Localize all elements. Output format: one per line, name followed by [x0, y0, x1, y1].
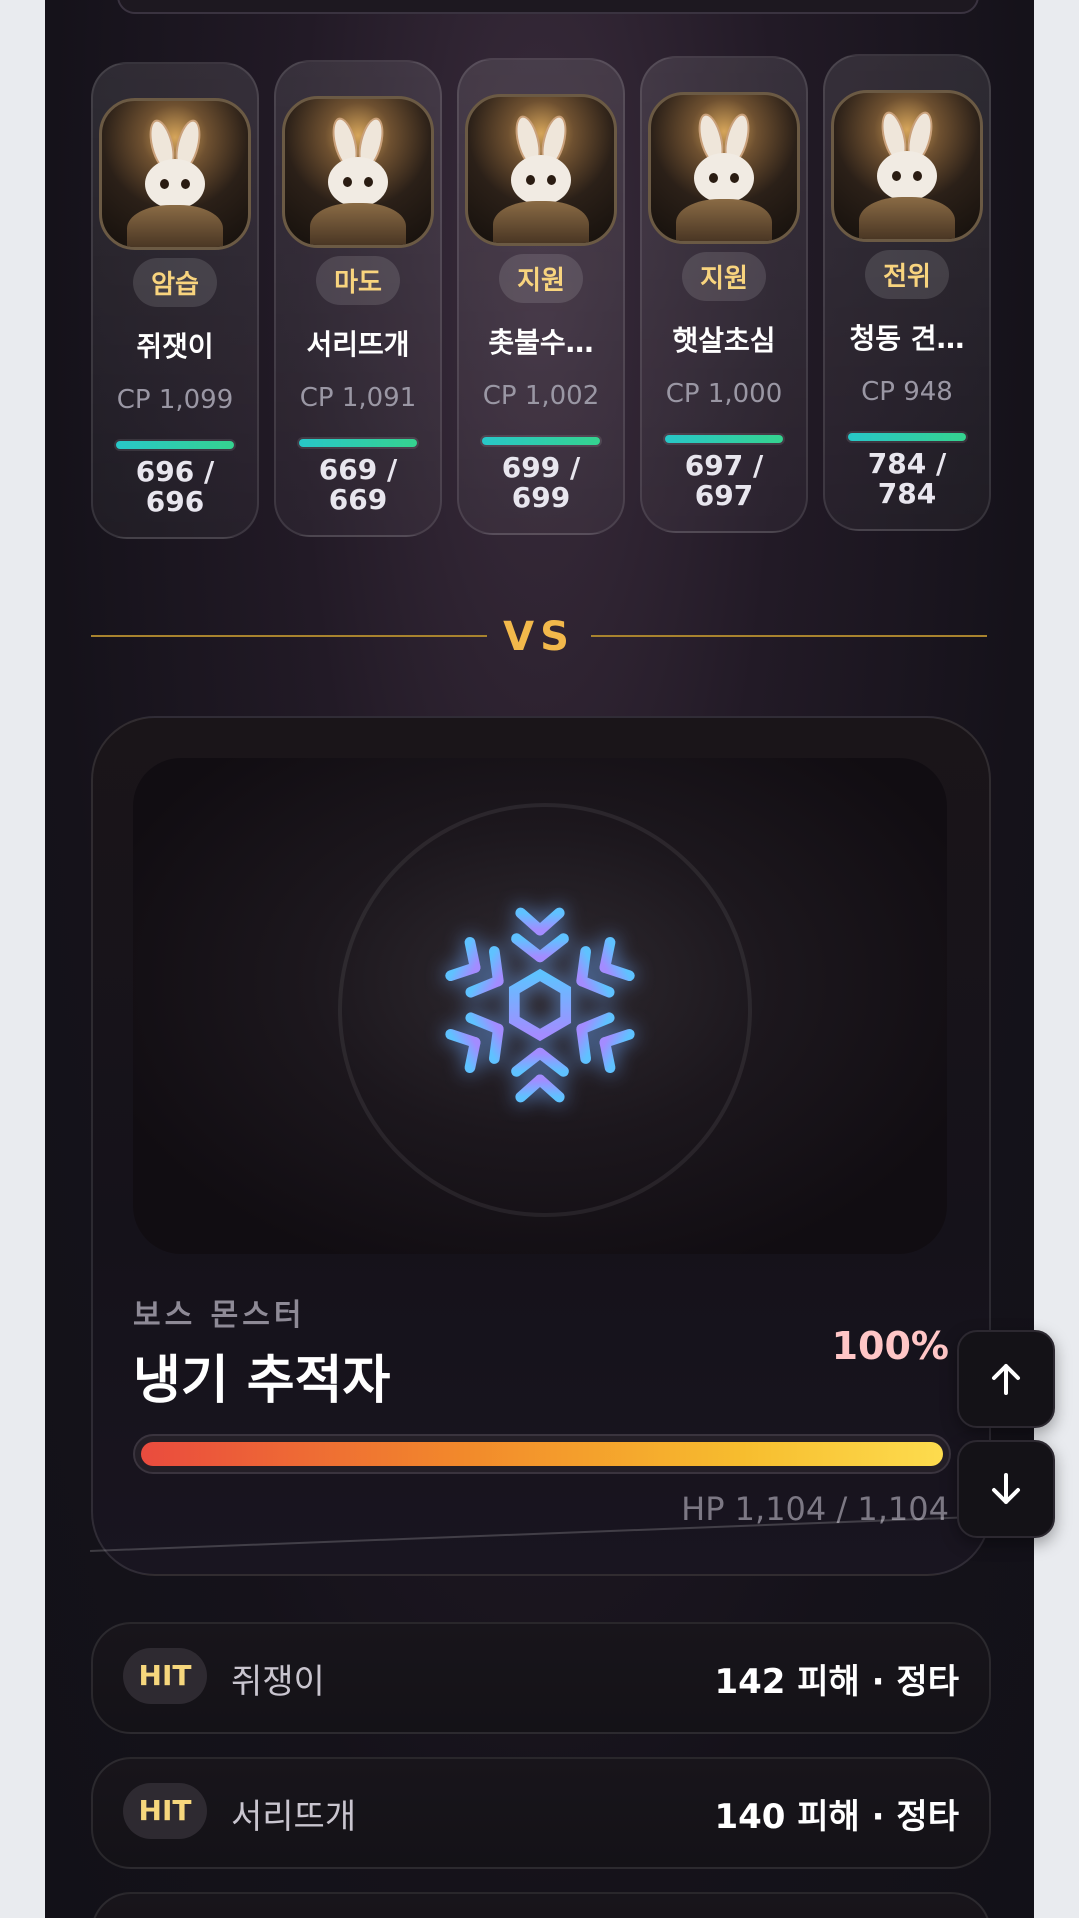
hero-portrait	[99, 98, 251, 250]
hero-name: 쥐잿이	[136, 330, 214, 363]
boss-art	[133, 758, 947, 1254]
hero-name: 청동 견…	[849, 322, 965, 355]
role-badge: 지원	[499, 254, 583, 303]
hero-hp-bar	[116, 441, 234, 449]
scroll-up-button[interactable]	[957, 1330, 1055, 1428]
boss-name: 냉기 추적자	[133, 1351, 391, 1411]
attacker-name: 서리뜨개	[231, 1797, 357, 1837]
vs-line-right	[591, 635, 987, 637]
scroll-down-button[interactable]	[957, 1440, 1055, 1538]
hero-hp-text: 669 / 669	[318, 453, 398, 516]
role-badge: 지원	[682, 252, 766, 301]
hero-name: 촛불수…	[488, 326, 594, 359]
party-card[interactable]: 마도 서리뜨개 CP 1,091 669 / 669	[274, 60, 442, 537]
party-card[interactable]: 전위 청동 견… CP 948 784 / 784	[823, 54, 991, 531]
arrow-down-icon	[992, 1473, 1020, 1504]
hero-portrait	[648, 92, 800, 244]
role-badge: 마도	[316, 256, 400, 305]
hero-hp-bar	[848, 433, 966, 441]
battle-log-item: HIT 서리뜨개 140 피해 · 정타	[91, 1757, 991, 1869]
party-list: 암습 쥐잿이 CP 1,099 696 / 696 마도 서리뜨개 CP 1,0…	[91, 54, 991, 548]
hero-cp: CP 1,000	[665, 379, 783, 409]
hero-hp-text: 696 / 696	[135, 455, 215, 518]
hero-name: 햇살초심	[672, 324, 776, 357]
arrow-up-icon	[992, 1364, 1020, 1395]
vs-line-left	[91, 635, 487, 637]
hero-hp-text: 697 / 697	[684, 449, 764, 512]
role-badge: 전위	[865, 250, 949, 299]
hero-cp: CP 948	[861, 377, 953, 407]
role-badge: 암습	[133, 258, 217, 307]
hero-portrait	[831, 90, 983, 242]
party-card[interactable]: 암습 쥐잿이 CP 1,099 696 / 696	[91, 62, 259, 539]
boss-hp-bar	[133, 1434, 951, 1474]
boss-card: 보스 몬스터 냉기 추적자 100% HP 1,104 / 1,104	[91, 716, 991, 1576]
boss-hp-fill	[141, 1442, 943, 1466]
party-card[interactable]: 지원 햇살초심 CP 1,000 697 / 697	[640, 56, 808, 533]
hero-hp-text: 784 / 784	[867, 447, 947, 510]
hero-hp-bar	[482, 437, 600, 445]
hero-portrait	[465, 94, 617, 246]
hero-portrait	[282, 96, 434, 248]
hero-name: 서리뜨개	[306, 328, 410, 361]
damage-text: 140 피해 · 정타	[714, 1797, 959, 1837]
hit-badge: HIT	[123, 1783, 207, 1839]
hit-badge: HIT	[123, 1648, 207, 1704]
hero-cp: CP 1,002	[482, 381, 600, 411]
hero-hp-bar	[665, 435, 783, 443]
hero-cp: CP 1,091	[299, 383, 417, 413]
hero-hp-text: 699 / 699	[501, 451, 581, 514]
boss-type-label: 보스 몬스터	[133, 1298, 306, 1333]
boss-hp-percent: 100%	[831, 1324, 949, 1368]
vs-label: VS	[503, 614, 575, 660]
snowflake-icon	[445, 901, 635, 1109]
hero-hp-bar	[299, 439, 417, 447]
top-panel-edge	[117, 0, 979, 14]
battle-log-item	[91, 1892, 991, 1918]
damage-text: 142 피해 · 정타	[714, 1662, 959, 1702]
hero-cp: CP 1,099	[116, 385, 234, 415]
party-card[interactable]: 지원 촛불수… CP 1,002 699 / 699	[457, 58, 625, 535]
attacker-name: 쥐쟁이	[231, 1662, 325, 1702]
vs-divider: VS	[91, 614, 987, 660]
battle-screen: 암습 쥐잿이 CP 1,099 696 / 696 마도 서리뜨개 CP 1,0…	[45, 0, 1034, 1918]
battle-log-item: HIT 쥐쟁이 142 피해 · 정타	[91, 1622, 991, 1734]
